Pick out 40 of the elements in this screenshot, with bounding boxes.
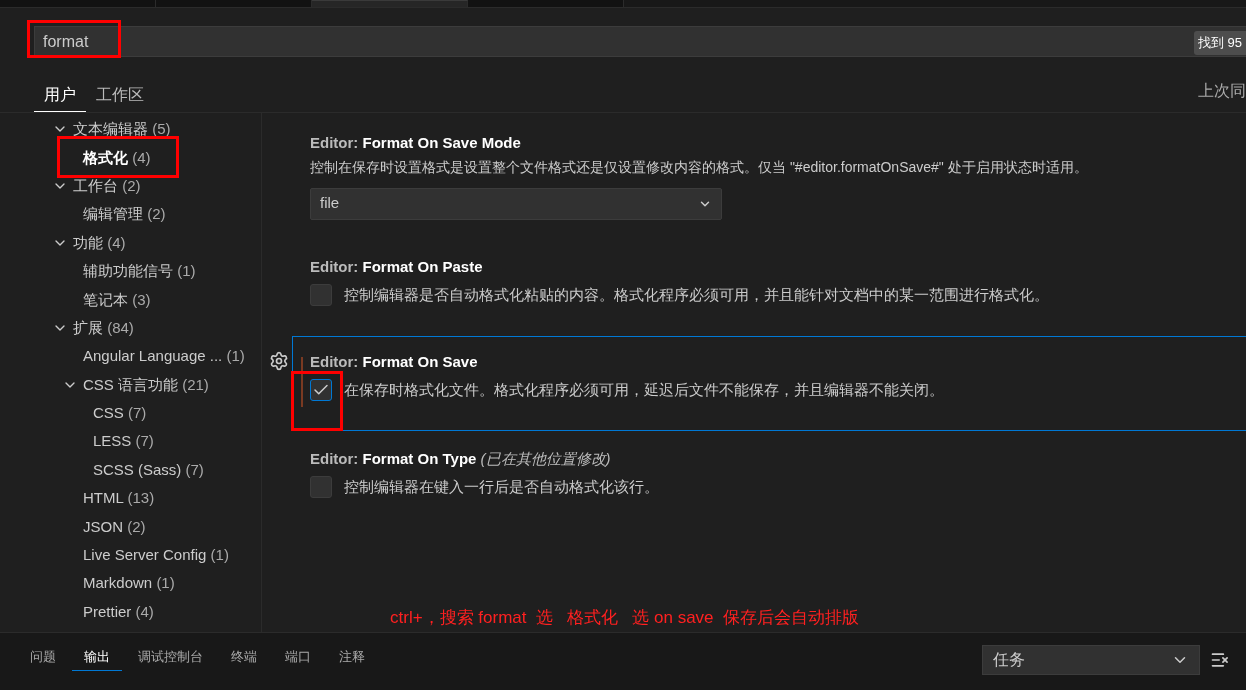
- tree-item[interactable]: Angular Language ... (1): [83, 347, 245, 365]
- setting-description: 控制编辑器在键入一行后是否自动格式化该行。: [344, 477, 659, 497]
- tree-item[interactable]: 编辑管理 (2): [83, 205, 166, 223]
- panel-tab[interactable]: 注释: [327, 643, 377, 671]
- tree-item[interactable]: CSS (7): [93, 404, 147, 422]
- tree-item[interactable]: Live Server Config (1): [83, 546, 229, 564]
- panel-tab[interactable]: 调试控制台: [126, 643, 215, 671]
- setting-title: Editor: Format On Save Mode: [310, 133, 522, 153]
- setting-description: 在保存时格式化文件。格式化程序必须可用，延迟后文件不能保存，并且编辑器不能关闭。: [344, 380, 944, 400]
- scope-tab[interactable]: 用户: [34, 79, 86, 112]
- value-dropdown[interactable]: file: [310, 187, 722, 220]
- setting-title: Editor: Format On Type (已在其他位置修改): [310, 448, 612, 469]
- tree-item[interactable]: 笔记本 (3): [83, 290, 151, 308]
- channel-dropdown[interactable]: 任务: [982, 645, 1200, 675]
- annotation-text: ctrl+，搜索 format 选 格式化 选 on save 保存后会自动排版: [390, 606, 859, 629]
- search-field[interactable]: format 找到 95: [34, 26, 1246, 57]
- tree-item[interactable]: 格式化 (4): [83, 148, 151, 166]
- tree-item[interactable]: JSON (2): [83, 517, 146, 535]
- setting-description: 控制在保存时设置格式是设置整个文件格式还是仅设置修改内容的格式。仅当 "#editor.formatOnSave#" 处于启用状态时适用。: [310, 158, 1088, 175]
- setting-title: Editor: Format On Save: [310, 351, 479, 372]
- tree-item[interactable]: SCSS (Sass) (7): [93, 460, 204, 478]
- tree-item[interactable]: CSS 语言功能 (21): [83, 375, 209, 393]
- tree-item[interactable]: 文本编辑器 (5): [73, 120, 171, 138]
- tree-item[interactable]: 工作台 (2): [73, 176, 141, 194]
- tree-item[interactable]: LESS (7): [93, 432, 154, 450]
- scope-tab[interactable]: 工作区: [86, 79, 154, 112]
- tree-item[interactable]: 扩展 (84): [73, 318, 134, 336]
- panel-tab[interactable]: 问题: [18, 643, 68, 671]
- tree-item[interactable]: HTML (13): [83, 489, 155, 507]
- tree-item[interactable]: 功能 (4): [73, 233, 126, 251]
- setting-description: 控制编辑器是否自动格式化粘贴的内容。格式化程序必须可用，并且能针对文档中的某一范围进行格式化。: [344, 285, 1049, 305]
- tree-item[interactable]: Markdown (1): [83, 574, 175, 592]
- tree-item[interactable]: 辅助功能信号 (1): [83, 262, 196, 280]
- setting-title: Editor: Format On Paste: [310, 256, 484, 277]
- tree-item[interactable]: Prettier (4): [83, 602, 154, 620]
- panel-tab[interactable]: 终端: [219, 643, 269, 671]
- result-count: 找到 95: [1193, 31, 1246, 55]
- last-sync-label: 上次同: [1198, 81, 1246, 101]
- panel-tab[interactable]: 输出: [72, 643, 122, 671]
- panel-tab[interactable]: 端口: [273, 643, 323, 671]
